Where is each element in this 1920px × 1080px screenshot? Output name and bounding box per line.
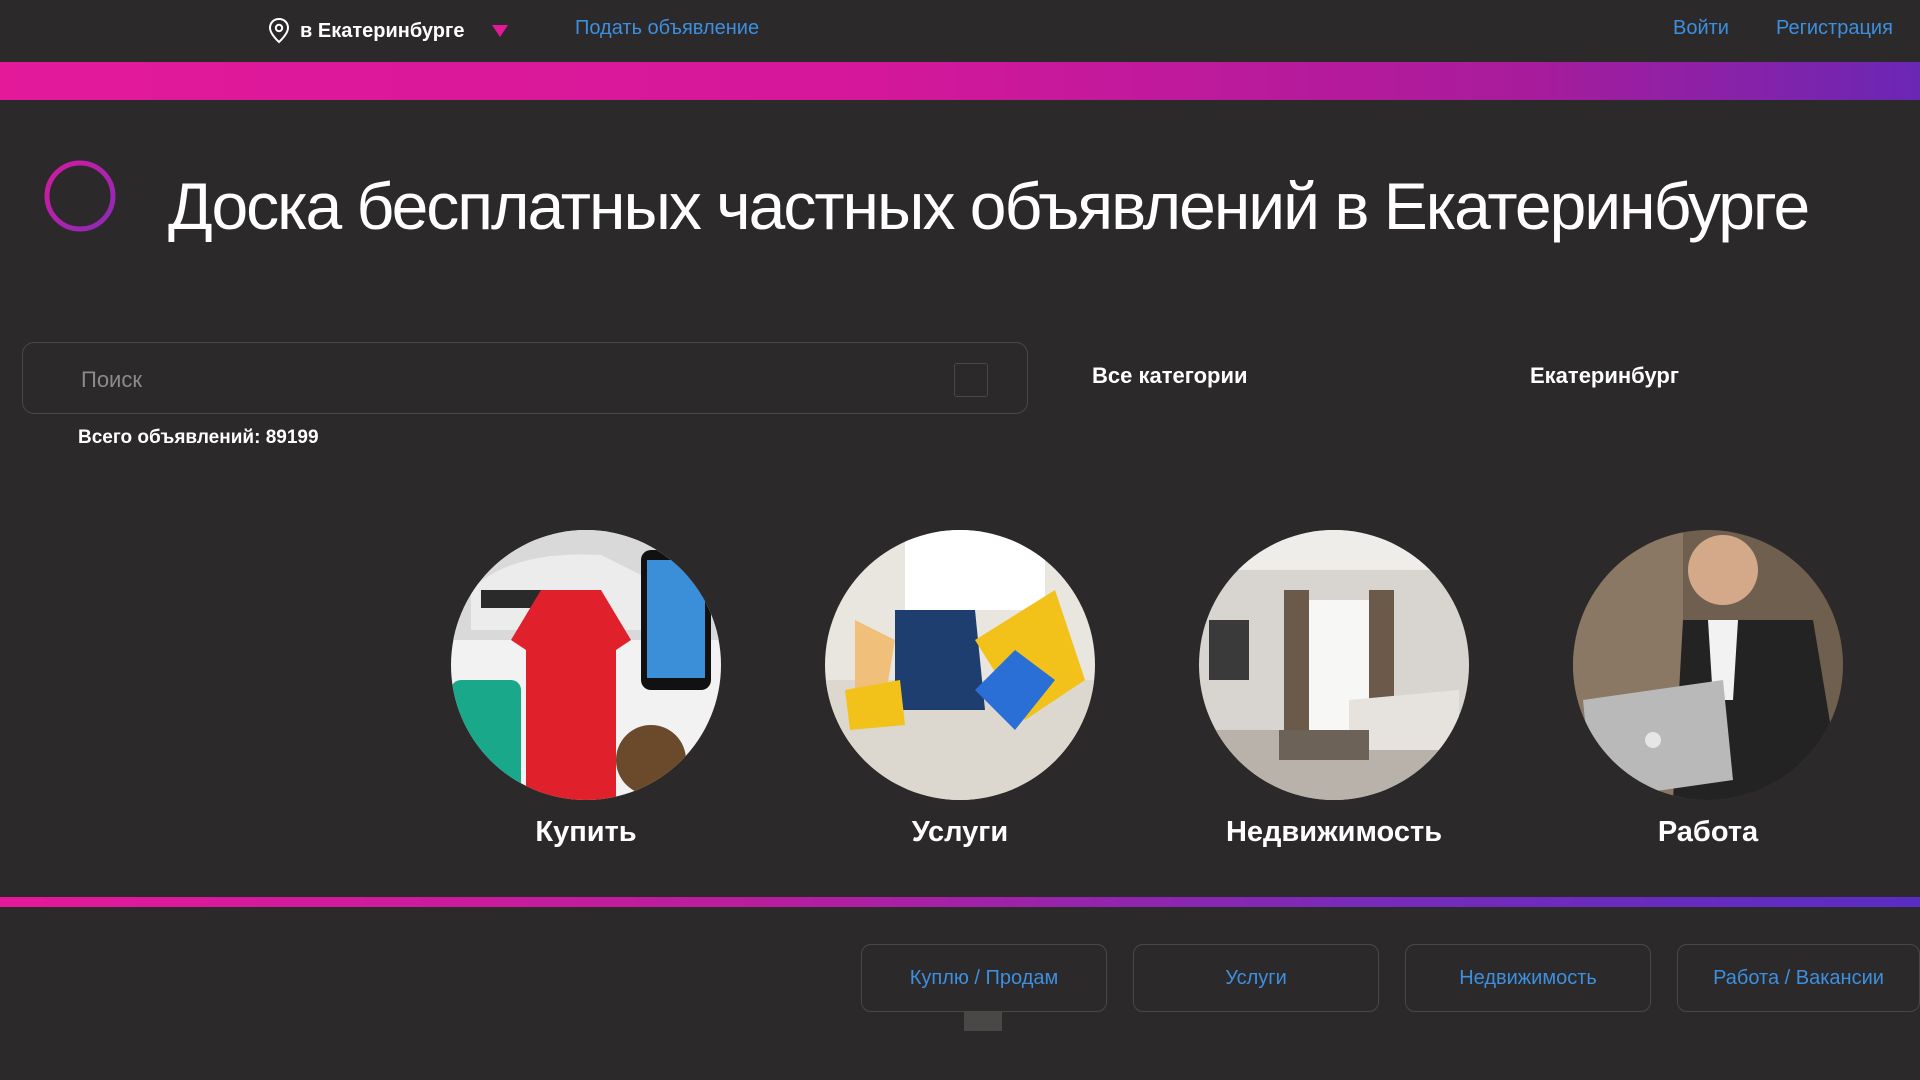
category-label: Услуги xyxy=(911,816,1009,848)
nav-real-estate[interactable]: Недвижимость xyxy=(1405,944,1651,1012)
interior-image xyxy=(1199,530,1469,800)
category-card-real-estate[interactable]: Недвижимость xyxy=(1196,530,1472,850)
search-input[interactable] xyxy=(79,361,943,399)
category-card-jobs[interactable]: Работа xyxy=(1570,530,1846,850)
nav-services[interactable]: Услуги xyxy=(1133,944,1379,1012)
header-gradient-band xyxy=(0,62,1920,100)
category-label: Купить xyxy=(535,816,637,848)
nav-jobs[interactable]: Работа / Вакансии xyxy=(1677,944,1920,1012)
category-card-services[interactable]: Услуги xyxy=(822,530,1098,850)
cleaning-image xyxy=(825,530,1095,800)
top-bar: в Екатеринбурге Подать объявление Войти … xyxy=(0,0,1920,62)
category-select[interactable]: Все категории xyxy=(1092,363,1248,389)
location-label: в Екатеринбурге xyxy=(300,19,465,42)
add-circle-icon[interactable] xyxy=(42,158,118,234)
category-label: Недвижимость xyxy=(1225,816,1443,848)
scroll-handle[interactable] xyxy=(964,1011,1002,1031)
nav-buy-sell[interactable]: Куплю / Продам xyxy=(861,944,1107,1012)
category-card-buy[interactable]: Купить xyxy=(448,530,724,850)
shopping-image xyxy=(451,530,721,800)
page-title: Доска бесплатных частных объявлений в Ек… xyxy=(168,169,1810,243)
category-label: Работа xyxy=(1657,816,1759,848)
login-link[interactable]: Войти xyxy=(1673,17,1729,40)
search-box xyxy=(22,342,1028,414)
search-button[interactable] xyxy=(954,363,988,397)
chevron-down-icon xyxy=(492,25,509,37)
location-selector[interactable]: в Екатеринбурге xyxy=(268,18,510,44)
office-worker-image xyxy=(1573,530,1843,800)
post-ad-link[interactable]: Подать объявление xyxy=(575,17,759,40)
total-ads-count: Всего объявлений: 89199 xyxy=(78,427,319,448)
footer-gradient-line xyxy=(0,897,1920,907)
city-select[interactable]: Екатеринбург xyxy=(1530,363,1679,389)
location-pin-icon xyxy=(268,18,290,44)
register-link[interactable]: Регистрация xyxy=(1776,17,1893,40)
